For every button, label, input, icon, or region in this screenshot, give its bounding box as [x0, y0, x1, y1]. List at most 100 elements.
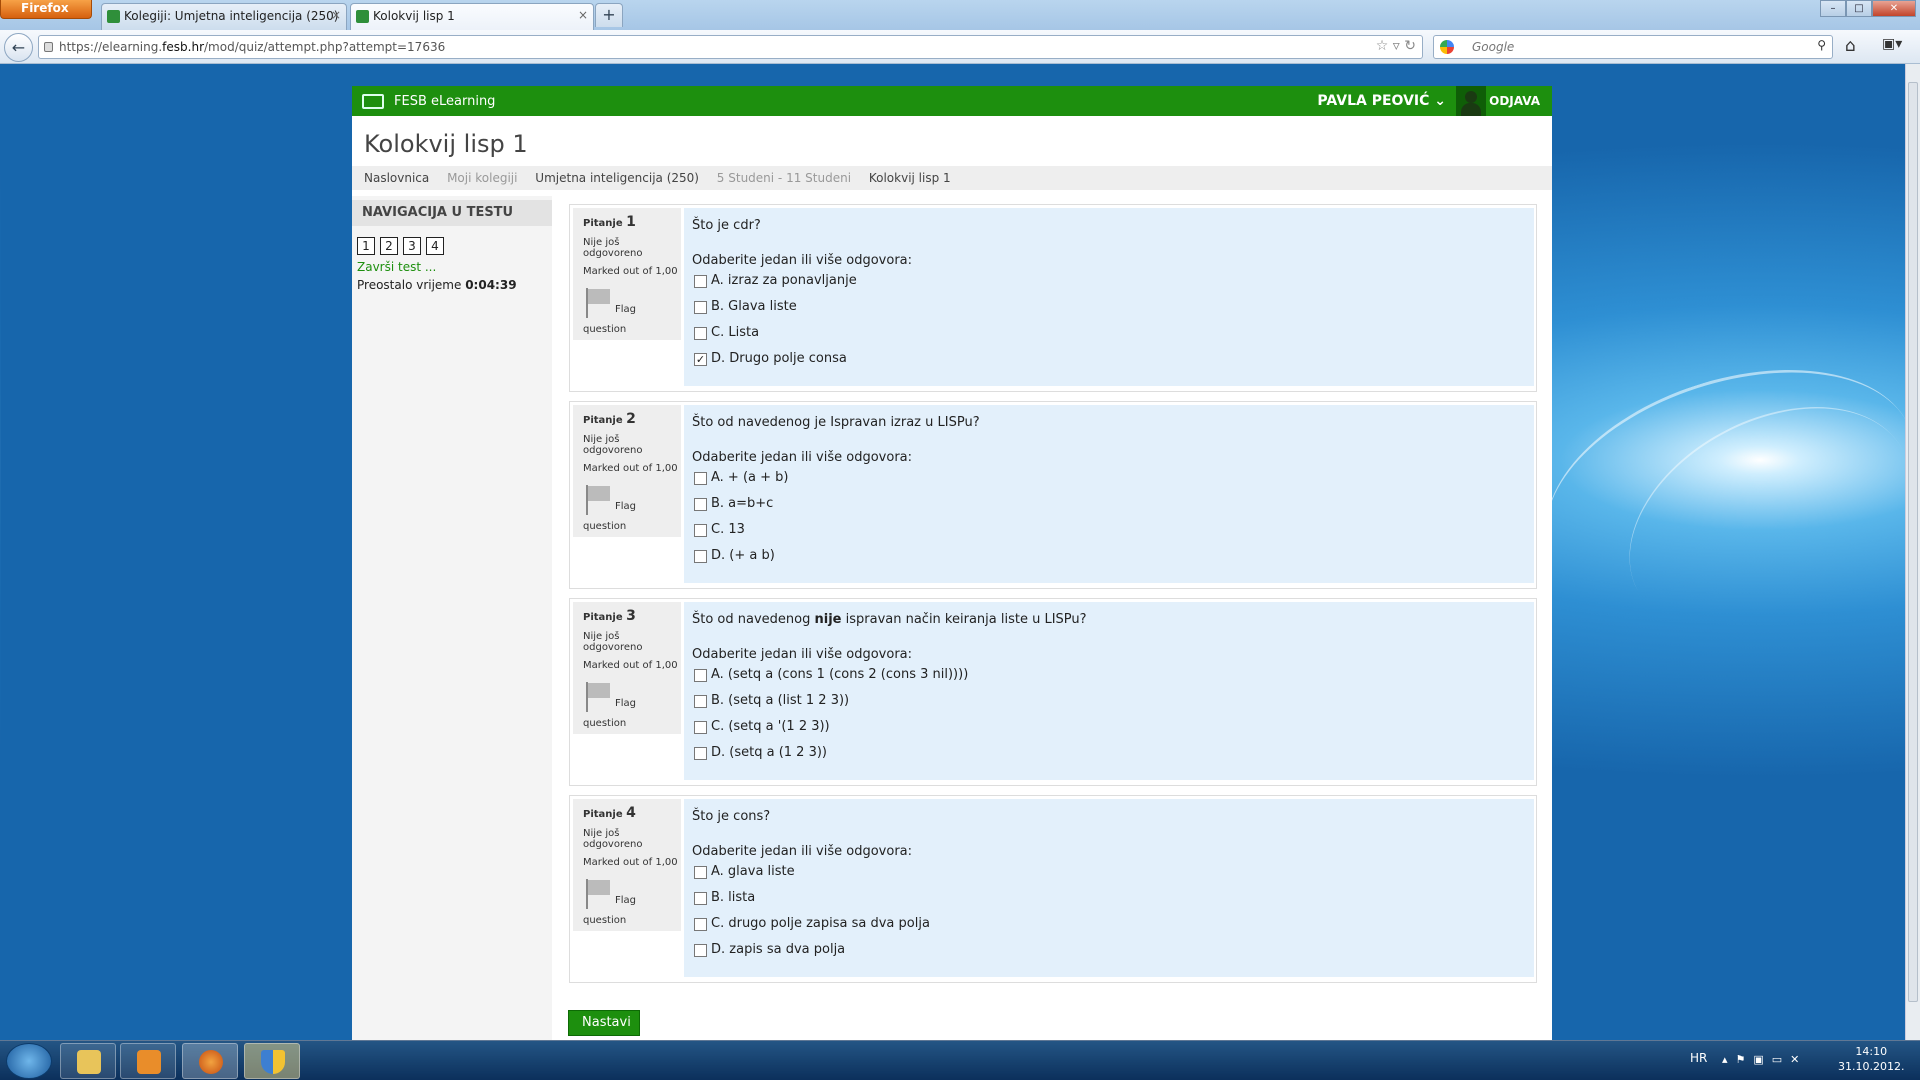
option-label[interactable]: C. (setq a '(1 2 3)): [711, 719, 830, 734]
checkbox[interactable]: [694, 721, 707, 734]
flag-label[interactable]: Flag: [615, 501, 636, 512]
checkbox[interactable]: [694, 892, 707, 905]
answer-option[interactable]: D. zapis sa dva polja: [692, 942, 1534, 968]
brand-link[interactable]: FESB eLearning: [394, 94, 495, 109]
option-label[interactable]: A. glava liste: [711, 864, 795, 879]
finish-attempt-link[interactable]: Završi test ...: [357, 260, 436, 274]
option-label[interactable]: B. a=b+c: [711, 496, 773, 511]
close-tab-icon[interactable]: ×: [331, 8, 341, 22]
option-label[interactable]: C. drugo polje zapisa sa dva polja: [711, 916, 930, 931]
checkbox[interactable]: [694, 301, 707, 314]
search-icon[interactable]: ⚲: [1817, 38, 1826, 52]
taskbar-media-player[interactable]: [120, 1043, 176, 1079]
flag-icon[interactable]: [584, 288, 610, 318]
flag-label-2[interactable]: question: [583, 324, 626, 335]
url-bar[interactable]: https://elearning.fesb.hr/mod/quiz/attem…: [38, 35, 1423, 59]
close-window-icon[interactable]: ✕: [1872, 0, 1916, 17]
flag-icon[interactable]: [584, 879, 610, 909]
tab-kolokvij[interactable]: Kolokvij lisp 1 ×: [350, 3, 594, 30]
tray-icons[interactable]: ▴⚑▣▭✕: [1722, 1053, 1807, 1066]
checkbox[interactable]: [694, 550, 707, 563]
tab-kolegiji[interactable]: Kolegiji: Umjetna inteligencija (250) ×: [101, 3, 347, 30]
new-tab-button[interactable]: +: [595, 3, 623, 27]
question-nav-button-4[interactable]: 4: [426, 237, 444, 255]
flag-icon[interactable]: [584, 485, 610, 515]
answer-option[interactable]: C. drugo polje zapisa sa dva polja: [692, 916, 1534, 942]
flag-label[interactable]: Flag: [615, 895, 636, 906]
taskbar-firefox[interactable]: [182, 1043, 238, 1079]
checkbox[interactable]: [694, 327, 707, 340]
firefox-menu-button[interactable]: Firefox: [0, 0, 92, 19]
user-menu[interactable]: PAVLA PEOVIĆ ⌄: [1317, 93, 1446, 109]
option-label[interactable]: C. Lista: [711, 325, 759, 340]
checkbox[interactable]: [694, 866, 707, 879]
flag-label-2[interactable]: question: [583, 521, 626, 532]
language-indicator[interactable]: HR: [1690, 1051, 1707, 1065]
page-scrollbar[interactable]: [1905, 64, 1920, 1040]
breadcrumb-quiz[interactable]: Kolokvij lisp 1: [869, 171, 951, 185]
taskbar-security[interactable]: [244, 1043, 300, 1079]
minimize-icon[interactable]: –: [1820, 0, 1846, 17]
answer-option[interactable]: B. lista: [692, 890, 1534, 916]
breadcrumb-week[interactable]: 5 Studeni - 11 Studeni: [717, 171, 851, 185]
option-label[interactable]: B. (setq a (list 1 2 3)): [711, 693, 849, 708]
option-label[interactable]: A. (setq a (cons 1 (cons 2 (cons 3 nil))…: [711, 667, 968, 682]
answer-option[interactable]: A. izraz za ponavljanje: [692, 273, 1534, 299]
checkbox[interactable]: [694, 498, 707, 511]
option-label[interactable]: D. (setq a (1 2 3)): [711, 745, 827, 760]
answer-option[interactable]: B. Glava liste: [692, 299, 1534, 325]
home-icon[interactable]: ⌂: [1845, 36, 1856, 56]
answer-option[interactable]: A. glava liste: [692, 864, 1534, 890]
answer-option[interactable]: C. Lista: [692, 325, 1534, 351]
answer-option[interactable]: C. 13: [692, 522, 1534, 548]
back-arrow-icon[interactable]: ←: [4, 33, 33, 62]
close-tab-icon[interactable]: ×: [578, 8, 588, 22]
flag-label-2[interactable]: question: [583, 915, 626, 926]
option-label[interactable]: A. + (a + b): [711, 470, 788, 485]
answer-option[interactable]: A. + (a + b): [692, 470, 1534, 496]
flag-label[interactable]: Flag: [615, 304, 636, 315]
question-nav-button-3[interactable]: 3: [403, 237, 421, 255]
checkbox[interactable]: [694, 944, 707, 957]
search-input[interactable]: Google ⚲: [1433, 35, 1833, 59]
answer-option[interactable]: B. a=b+c: [692, 496, 1534, 522]
flag-label-2[interactable]: question: [583, 718, 626, 729]
option-label[interactable]: B. lista: [711, 890, 755, 905]
flag-label[interactable]: Flag: [615, 698, 636, 709]
checkbox[interactable]: [694, 669, 707, 682]
answer-option[interactable]: D. (+ a b): [692, 548, 1534, 574]
flag-icon[interactable]: [584, 682, 610, 712]
clock[interactable]: 14:10 31.10.2012.: [1838, 1044, 1904, 1074]
logout-link[interactable]: ODJAVA: [1489, 94, 1540, 108]
checkbox-checked[interactable]: ✓: [694, 353, 707, 366]
next-button[interactable]: Nastavi: [568, 1010, 640, 1036]
answer-option[interactable]: ✓ D. Drugo polje consa: [692, 351, 1534, 377]
checkbox[interactable]: [694, 524, 707, 537]
option-label[interactable]: D. Drugo polje consa: [711, 351, 847, 366]
checkbox[interactable]: [694, 695, 707, 708]
avatar[interactable]: [1456, 86, 1486, 116]
checkbox[interactable]: [694, 275, 707, 288]
option-label[interactable]: A. izraz za ponavljanje: [711, 273, 857, 288]
answer-option[interactable]: C. (setq a '(1 2 3)): [692, 719, 1534, 745]
maximize-icon[interactable]: □: [1846, 0, 1872, 17]
option-label[interactable]: C. 13: [711, 522, 745, 537]
breadcrumb-my-courses[interactable]: Moji kolegiji: [447, 171, 517, 185]
option-label[interactable]: B. Glava liste: [711, 299, 797, 314]
breadcrumb-course[interactable]: Umjetna inteligencija (250): [535, 171, 699, 185]
question-nav-button-1[interactable]: 1: [357, 237, 375, 255]
breadcrumb-home[interactable]: Naslovnica: [364, 171, 429, 185]
option-label[interactable]: D. (+ a b): [711, 548, 775, 563]
answer-option[interactable]: B. (setq a (list 1 2 3)): [692, 693, 1534, 719]
bookmarks-menu-icon[interactable]: ▣▾: [1882, 36, 1902, 52]
answer-option[interactable]: A. (setq a (cons 1 (cons 2 (cons 3 nil))…: [692, 667, 1534, 693]
checkbox[interactable]: [694, 472, 707, 485]
option-label[interactable]: D. zapis sa dva polja: [711, 942, 845, 957]
answer-option[interactable]: D. (setq a (1 2 3)): [692, 745, 1534, 771]
question-nav-button-2[interactable]: 2: [380, 237, 398, 255]
windows-start-icon[interactable]: [6, 1043, 52, 1079]
checkbox[interactable]: [694, 918, 707, 931]
bookmark-star-icon[interactable]: ☆ ▿ ↻: [1376, 38, 1416, 54]
taskbar-explorer[interactable]: [60, 1043, 116, 1079]
checkbox[interactable]: [694, 747, 707, 760]
